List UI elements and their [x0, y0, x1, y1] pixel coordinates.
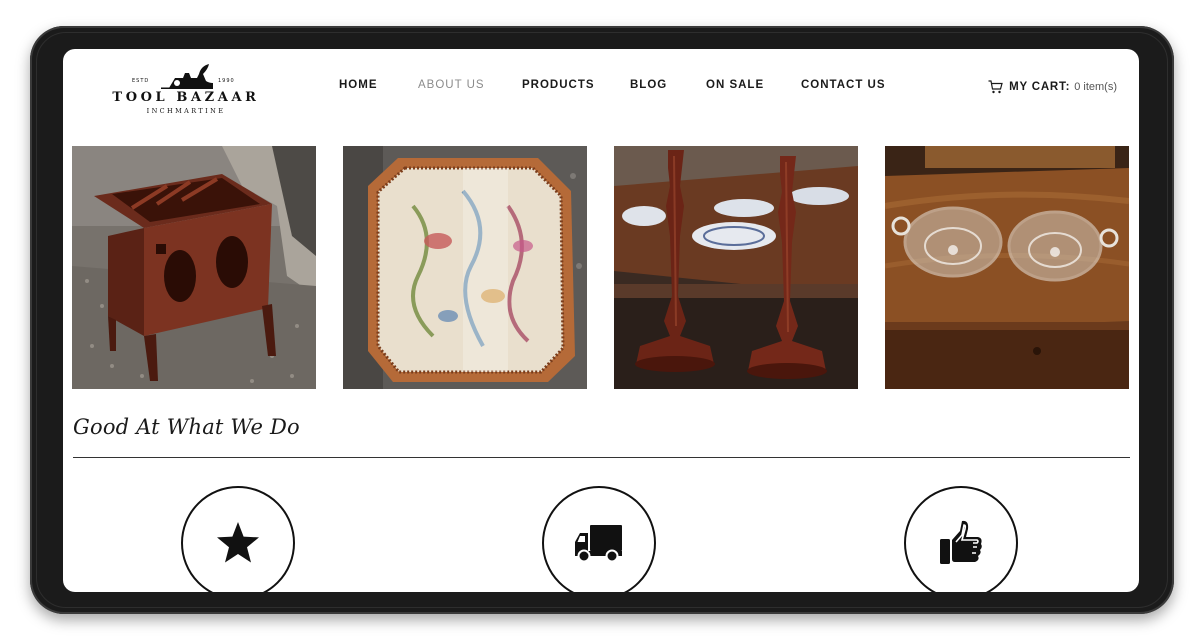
nav-home[interactable]: HOME: [339, 79, 378, 91]
cart-link[interactable]: MY CART: 0 item(s): [988, 77, 1117, 97]
gallery-photo-candlesticks[interactable]: [614, 146, 858, 389]
section-title: Good At What We Do: [73, 415, 300, 439]
section-divider: [73, 457, 1130, 458]
nav-on-sale[interactable]: ON SALE: [706, 79, 764, 91]
logo-location: INCHMARTINE: [146, 107, 226, 115]
nav-blog[interactable]: BLOG: [630, 79, 667, 91]
nav-contact-us[interactable]: CONTACT US: [801, 79, 886, 91]
thumbs-up-icon: [940, 520, 982, 564]
product-gallery: [72, 146, 1130, 390]
browser-screen: ESTD 1990 TOOL BAZAAR INCHMARTINE HOME A…: [63, 49, 1139, 592]
star-icon: [217, 522, 259, 563]
nav-products[interactable]: PRODUCTS: [522, 79, 595, 91]
feature-quality: [181, 486, 295, 592]
cart-count: 0 item(s): [1074, 81, 1117, 93]
cart-icon: [988, 80, 1003, 94]
feature-delivery: [542, 486, 656, 592]
truck-icon: [575, 525, 622, 563]
gallery-photo-wooden-rack[interactable]: [72, 146, 316, 389]
gallery-photo-embroidered-panel[interactable]: [343, 146, 587, 389]
main-navigation: HOME ABOUT US PRODUCTS BLOG ON SALE CONT…: [63, 79, 1139, 99]
tablet-frame: ESTD 1990 TOOL BAZAAR INCHMARTINE HOME A…: [30, 26, 1174, 614]
gallery-photo-glass-bowls[interactable]: [885, 146, 1129, 389]
feature-satisfaction: [904, 486, 1018, 592]
nav-about-us[interactable]: ABOUT US: [418, 79, 485, 91]
cart-label: MY CART:: [1009, 81, 1071, 93]
